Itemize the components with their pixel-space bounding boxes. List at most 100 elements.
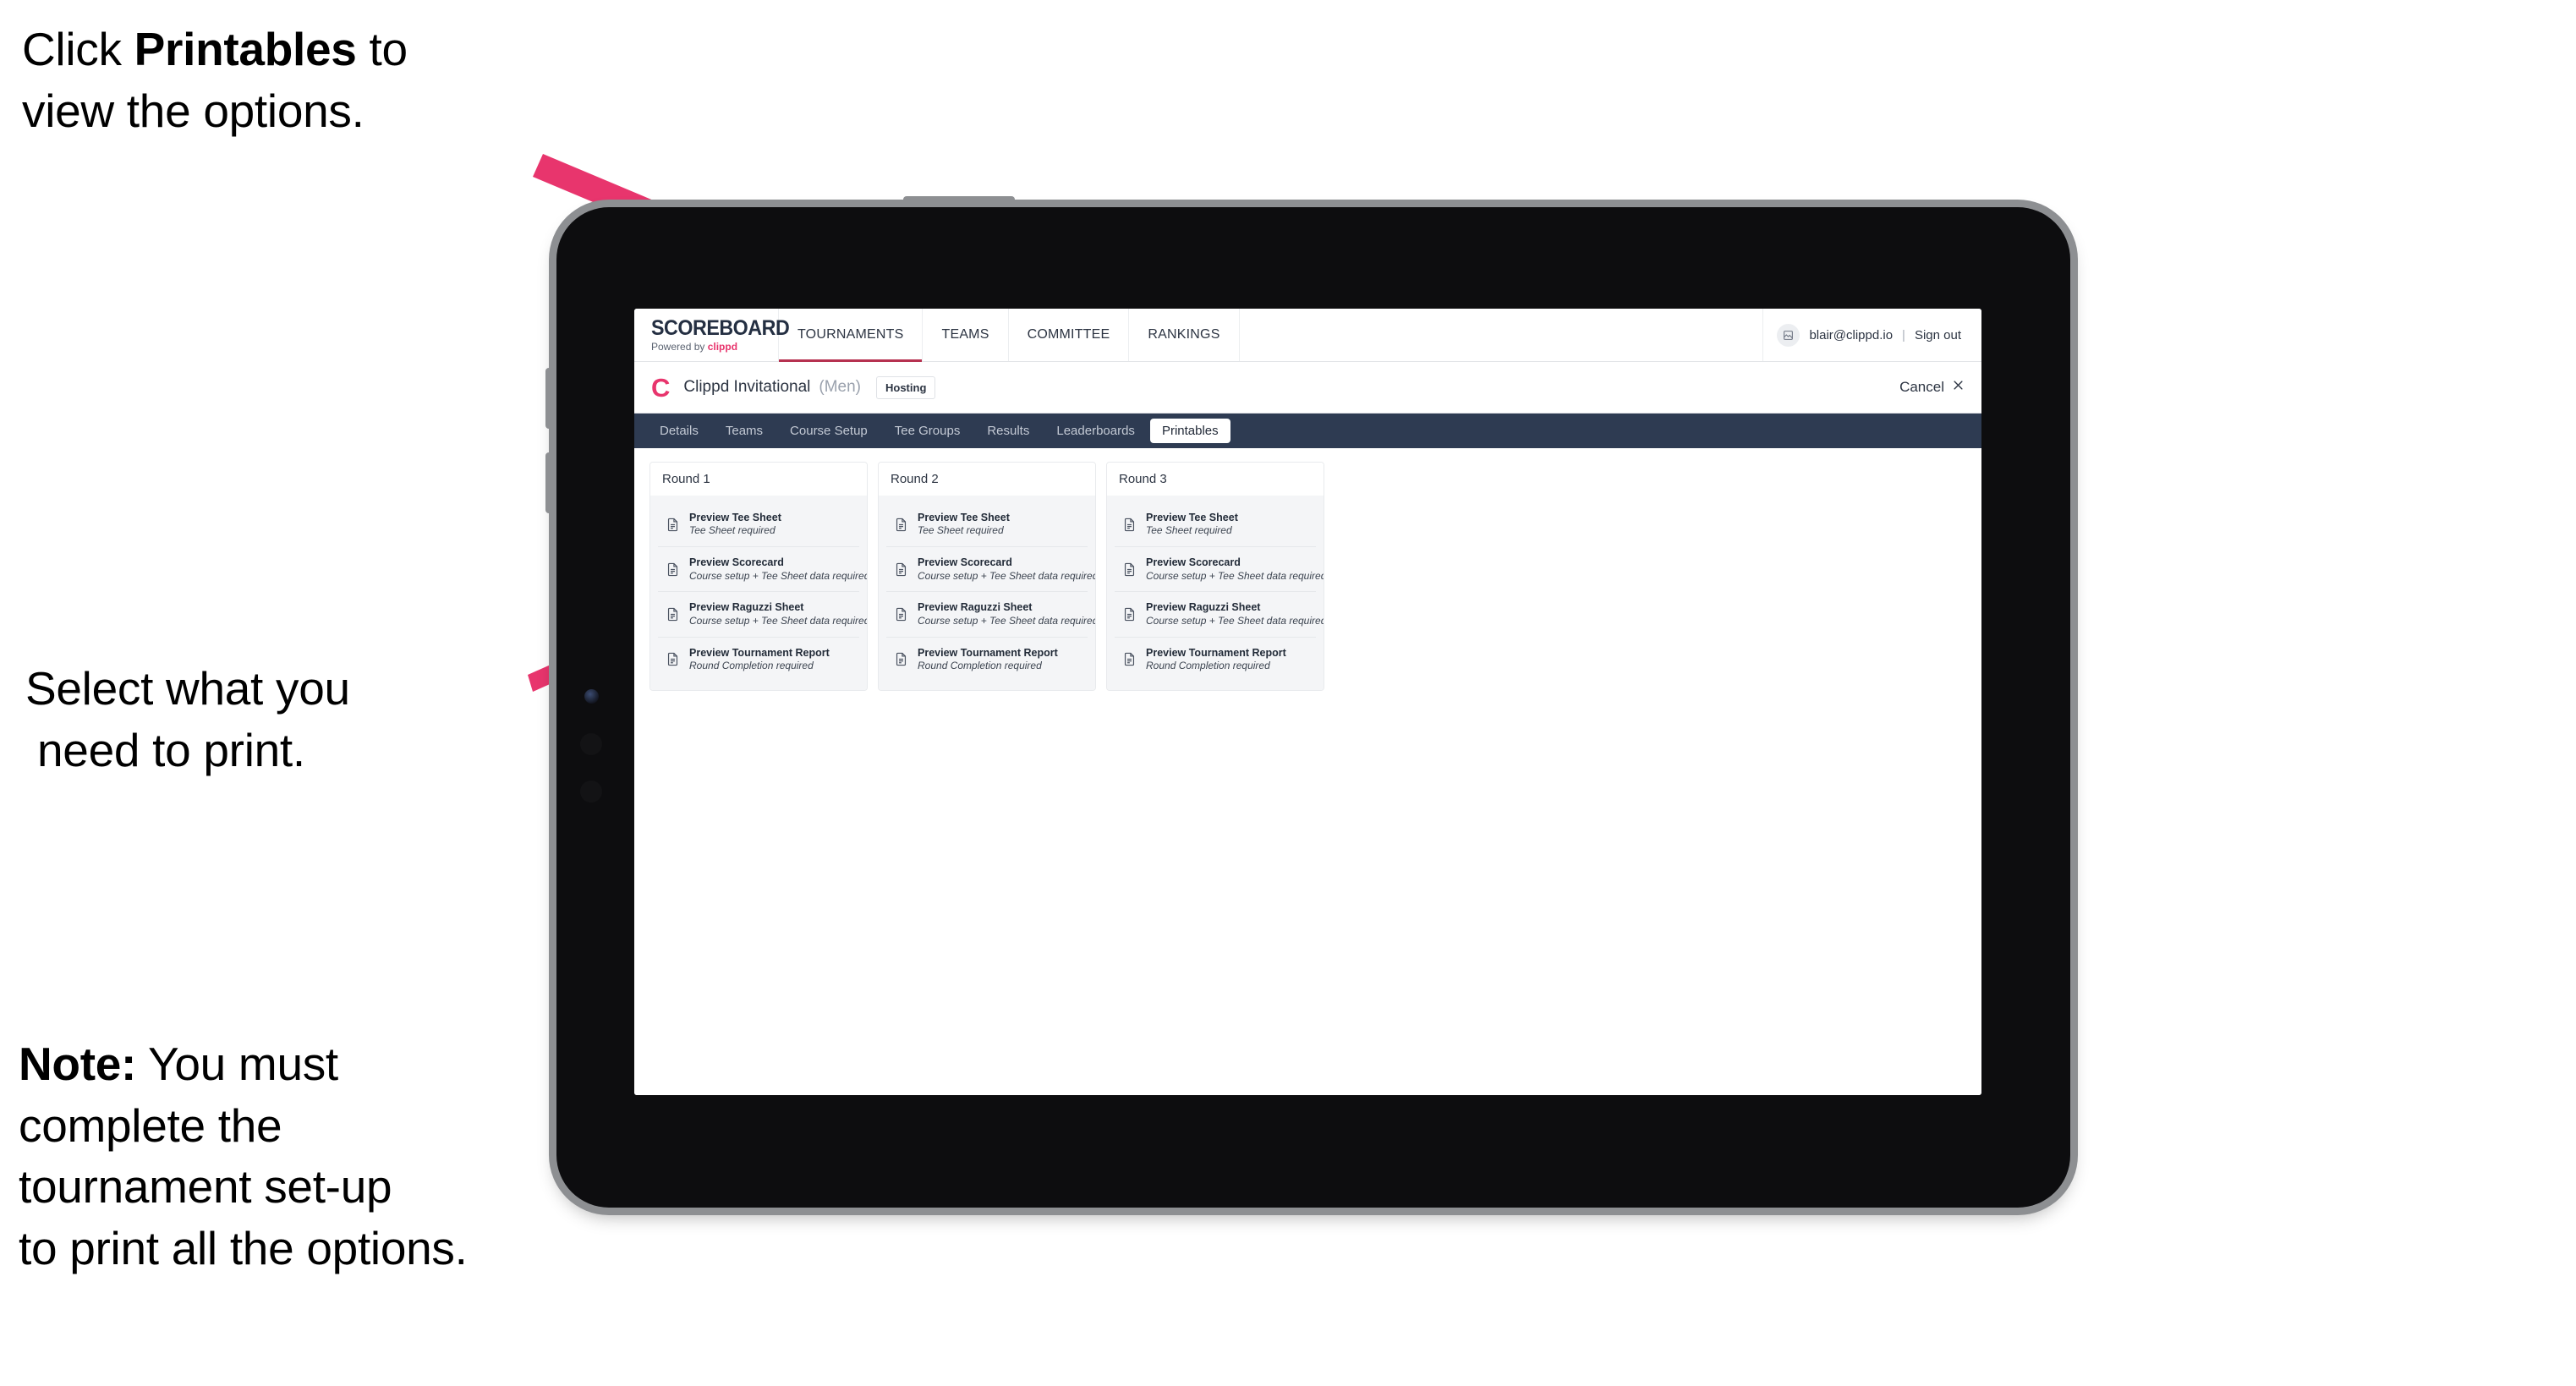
document-icon (893, 651, 909, 667)
brand-subtitle: Powered by clippd (651, 342, 778, 352)
topnav-label: TEAMS (941, 327, 989, 342)
printable-title: Preview Scorecard (918, 556, 1012, 569)
annotation-top-pre: Click (22, 23, 134, 75)
printable-requirement: Course setup + Tee Sheet data required (918, 614, 1096, 627)
document-icon (665, 562, 681, 578)
user-email: blair@clippd.io (1809, 327, 1894, 342)
document-icon (665, 651, 681, 667)
printable-title: Preview Tournament Report (689, 646, 830, 659)
printable-title: Preview Raguzzi Sheet (918, 601, 1033, 614)
document-icon (1121, 562, 1137, 578)
tab-details[interactable]: Details (648, 419, 710, 443)
annotation-mid-line1: Select what you (25, 662, 350, 715)
printable-item-tournament-report[interactable]: Preview Tournament Report Round Completi… (886, 637, 1088, 682)
printable-requirement: Course setup + Tee Sheet data required (1146, 614, 1324, 627)
printable-item-scorecard[interactable]: Preview Scorecard Course setup + Tee She… (886, 547, 1096, 593)
app-screen: SCOREBOARD Powered by clippd TOURNAMENTS… (634, 309, 1981, 1095)
hosting-status-badge: Hosting (876, 375, 936, 399)
printables-content: Round 1 Preview Tee Sheet Tee Sheet requ… (634, 448, 1981, 1095)
tablet-volume-down-button[interactable] (545, 452, 556, 513)
printable-requirement: Tee Sheet required (689, 524, 776, 537)
round-card: Round 3 Preview Tee Sheet Tee Sheet requ… (1106, 462, 1324, 691)
topnav-label: COMMITTEE (1027, 327, 1110, 342)
printable-title: Preview Raguzzi Sheet (1146, 601, 1261, 614)
annotation-note-bold: Note: (19, 1038, 137, 1090)
scoreboard-logo[interactable]: SCOREBOARD Powered by clippd (634, 309, 790, 361)
printable-title: Preview Tee Sheet (689, 512, 781, 523)
document-icon (893, 562, 909, 578)
printable-title: Preview Tournament Report (918, 646, 1058, 659)
tab-course-setup[interactable]: Course Setup (778, 419, 880, 443)
printable-item-tee-sheet[interactable]: Preview Tee Sheet Tee Sheet required (1115, 502, 1316, 548)
printable-requirement: Round Completion required (918, 659, 1042, 671)
printable-requirement: Course setup + Tee Sheet data required (689, 614, 868, 627)
printable-title: Preview Scorecard (689, 556, 784, 569)
annotation-click-printables: Click Printables to view the options. (22, 19, 580, 141)
user-account-area: blair@clippd.io | Sign out (1763, 309, 1981, 361)
tournament-name: Clippd Invitational (683, 378, 811, 396)
topnav-label: RANKINGS (1148, 327, 1220, 342)
rounds-container: Round 1 Preview Tee Sheet Tee Sheet requ… (649, 462, 1966, 691)
printable-item-tee-sheet[interactable]: Preview Tee Sheet Tee Sheet required (658, 502, 859, 548)
close-icon (1952, 379, 1965, 396)
topnav-item-tournaments[interactable]: TOURNAMENTS (779, 309, 924, 362)
round-card: Round 1 Preview Tee Sheet Tee Sheet requ… (649, 462, 868, 691)
cancel-button[interactable]: Cancel (1899, 379, 1965, 396)
tablet-camera-icon (584, 689, 599, 704)
topnav-item-teams[interactable]: TEAMS (923, 309, 1009, 361)
tablet-sensor-dot (580, 733, 602, 755)
tablet-volume-up-button[interactable] (545, 368, 556, 429)
brand-title: SCOREBOARD (651, 316, 790, 340)
document-icon (665, 517, 681, 533)
tab-teams[interactable]: Teams (714, 419, 775, 443)
printable-title: Preview Scorecard (1146, 556, 1241, 569)
topnav-spacer (1240, 309, 1764, 361)
tablet-power-button[interactable] (903, 196, 1015, 207)
printable-item-tournament-report[interactable]: Preview Tournament Report Round Completi… (1115, 637, 1316, 682)
tab-leaderboards[interactable]: Leaderboards (1044, 419, 1147, 443)
topnav-item-committee[interactable]: COMMITTEE (1009, 309, 1130, 361)
brand-sub-prefix: Powered by (651, 341, 708, 353)
printable-item-scorecard[interactable]: Preview Scorecard Course setup + Tee She… (658, 547, 868, 593)
user-separator: | (1902, 327, 1905, 342)
printable-requirement: Course setup + Tee Sheet data required (1146, 569, 1324, 582)
printable-title: Preview Tee Sheet (918, 512, 1010, 523)
printable-requirement: Tee Sheet required (918, 524, 1004, 537)
printable-requirement: Course setup + Tee Sheet data required (689, 569, 868, 582)
round-title: Round 2 (879, 463, 1095, 496)
clippd-logo-icon: C (651, 372, 671, 403)
document-icon (1121, 606, 1137, 622)
tournament-gender: (Men) (819, 378, 861, 396)
tablet-sensor-dot (580, 781, 602, 803)
printable-title: Preview Raguzzi Sheet (689, 601, 804, 614)
printable-requirement: Round Completion required (1146, 659, 1270, 671)
annotation-mid-line2: need to print. (37, 723, 305, 776)
printable-item-raguzzi-sheet[interactable]: Preview Raguzzi Sheet Course setup + Tee… (886, 592, 1096, 638)
tab-printables[interactable]: Printables (1149, 419, 1230, 443)
printable-title: Preview Tee Sheet (1146, 512, 1238, 523)
topnav-item-rankings[interactable]: RANKINGS (1129, 309, 1240, 361)
user-avatar-icon[interactable] (1777, 323, 1800, 347)
round-items: Preview Tee Sheet Tee Sheet required Pre… (650, 496, 867, 690)
round-title: Round 3 (1107, 463, 1324, 496)
round-card: Round 2 Preview Tee Sheet Tee Sheet requ… (878, 462, 1096, 691)
top-navigation-bar: SCOREBOARD Powered by clippd TOURNAMENTS… (634, 309, 1981, 362)
printable-item-raguzzi-sheet[interactable]: Preview Raguzzi Sheet Course setup + Tee… (658, 592, 868, 638)
printable-item-raguzzi-sheet[interactable]: Preview Raguzzi Sheet Course setup + Tee… (1115, 592, 1324, 638)
annotation-top-bold: Printables (134, 23, 357, 75)
tournament-subheader: C Clippd Invitational (Men) Hosting Canc… (634, 362, 1981, 414)
printable-requirement: Round Completion required (689, 659, 814, 671)
printable-item-scorecard[interactable]: Preview Scorecard Course setup + Tee She… (1115, 547, 1324, 593)
document-icon (1121, 517, 1137, 533)
document-icon (1121, 651, 1137, 667)
printable-requirement: Course setup + Tee Sheet data required (918, 569, 1096, 582)
printable-item-tournament-report[interactable]: Preview Tournament Report Round Completi… (658, 637, 859, 682)
printable-title: Preview Tournament Report (1146, 646, 1286, 659)
document-icon (893, 517, 909, 533)
document-icon (665, 606, 681, 622)
tab-results[interactable]: Results (975, 419, 1041, 443)
printable-item-tee-sheet[interactable]: Preview Tee Sheet Tee Sheet required (886, 502, 1088, 548)
tab-tee-groups[interactable]: Tee Groups (883, 419, 973, 443)
topnav-label: TOURNAMENTS (797, 327, 904, 342)
sign-out-button[interactable]: Sign out (1915, 328, 1961, 342)
